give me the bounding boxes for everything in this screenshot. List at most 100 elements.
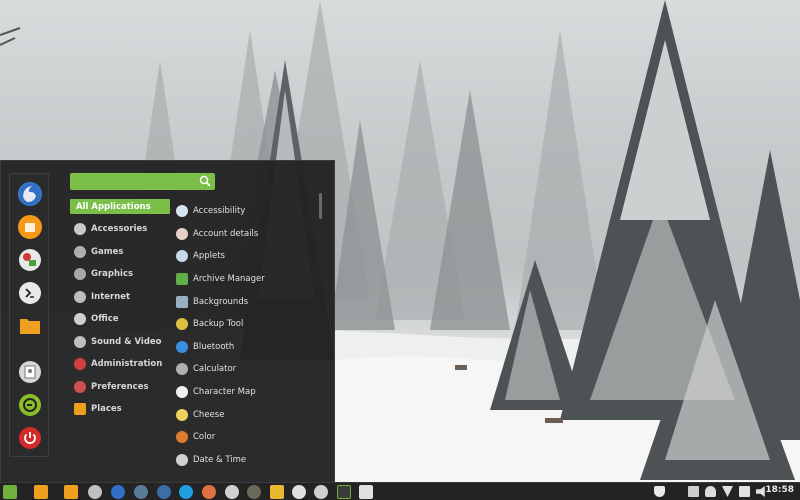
applets-icon <box>176 250 188 263</box>
date-time-icon <box>176 453 188 466</box>
category-sound-video[interactable]: Sound & Video <box>70 331 170 354</box>
character-map-icon <box>176 386 188 399</box>
taskbar-system-monitor-icon[interactable] <box>337 485 351 499</box>
accessories-icon <box>74 223 86 236</box>
bluetooth-icon <box>176 340 188 353</box>
start-menu: All Applications Accessories Games Graph… <box>0 160 335 482</box>
category-label: Internet <box>91 291 131 302</box>
category-label: Places <box>91 404 122 415</box>
search-icon <box>199 175 211 187</box>
terminal-icon[interactable] <box>18 281 42 305</box>
app-label: Date & Time <box>193 454 247 465</box>
graphics-icon <box>74 268 86 281</box>
logout-icon[interactable] <box>18 393 42 417</box>
backgrounds-icon <box>176 295 188 308</box>
trash-icon[interactable] <box>688 486 699 497</box>
app-backgrounds[interactable]: Backgrounds <box>176 290 316 313</box>
app-bluetooth[interactable]: Bluetooth <box>176 336 316 359</box>
taskbar-terminal-icon[interactable] <box>359 485 373 499</box>
office-icon <box>74 313 86 326</box>
software-manager-icon[interactable] <box>18 215 42 239</box>
app-date-time[interactable]: Date & Time <box>176 449 316 472</box>
taskbar-gimp-icon[interactable] <box>247 485 261 499</box>
taskbar-steam-icon[interactable] <box>157 485 171 499</box>
app-label: Account details <box>193 228 259 239</box>
color-icon <box>176 431 188 444</box>
category-label: Sound & Video <box>91 336 162 347</box>
app-label: Color <box>193 432 216 443</box>
app-archive-manager[interactable]: Archive Manager <box>176 268 316 291</box>
category-preferences[interactable]: Preferences <box>70 376 170 399</box>
category-label: Office <box>91 314 119 325</box>
archive-icon <box>176 273 188 286</box>
app-label: Character Map <box>193 387 256 398</box>
category-label: Administration <box>91 359 163 370</box>
search-box[interactable] <box>70 173 215 190</box>
app-color[interactable]: Color <box>176 426 316 449</box>
backup-icon <box>176 318 188 331</box>
application-list: Accessibility Account details Applets Ar… <box>176 200 316 471</box>
apps-scrollbar[interactable] <box>319 193 322 219</box>
calculator-icon <box>176 363 188 376</box>
taskbar-skype-icon[interactable] <box>179 485 193 499</box>
category-graphics[interactable]: Graphics <box>70 263 170 286</box>
app-applets[interactable]: Applets <box>176 245 316 268</box>
cheese-icon <box>176 408 188 421</box>
app-label: Cheese <box>193 409 225 420</box>
app-label: Applets <box>193 251 225 262</box>
places-folder-icon <box>74 403 86 416</box>
account-icon <box>176 227 188 240</box>
app-account-details[interactable]: Account details <box>176 223 316 246</box>
sound-video-icon <box>74 335 86 348</box>
user-icon[interactable] <box>705 486 716 497</box>
category-places[interactable]: Places <box>70 398 170 421</box>
app-label: Calculator <box>193 364 237 375</box>
menu-button-icon[interactable] <box>3 485 17 499</box>
favorites-sidebar <box>9 173 49 457</box>
app-cheese[interactable]: Cheese <box>176 403 316 426</box>
lock-screen-icon[interactable] <box>18 360 42 384</box>
app-backup-tool[interactable]: Backup Tool <box>176 313 316 336</box>
files-icon[interactable] <box>18 314 42 338</box>
category-all-applications[interactable]: All Applications <box>70 199 170 214</box>
app-accessibility[interactable]: Accessibility <box>176 200 316 223</box>
category-label: Preferences <box>91 381 149 392</box>
shutdown-icon[interactable] <box>18 426 42 450</box>
taskbar-disks-icon[interactable] <box>88 485 102 499</box>
administration-icon <box>74 358 86 371</box>
taskbar-transmission-icon[interactable] <box>202 485 216 499</box>
taskbar-folder-icon[interactable] <box>64 485 78 499</box>
search-input[interactable] <box>70 173 195 190</box>
internet-icon <box>74 290 86 303</box>
app-label: Bluetooth <box>193 341 235 352</box>
app-label: Archive Manager <box>193 274 265 285</box>
category-label: Games <box>91 246 124 257</box>
firefox-icon[interactable] <box>18 182 42 206</box>
taskbar-thunderbird-icon[interactable] <box>134 485 148 499</box>
taskbar-pidgin-icon[interactable] <box>225 485 239 499</box>
games-icon <box>74 245 86 258</box>
app-calculator[interactable]: Calculator <box>176 358 316 381</box>
category-games[interactable]: Games <box>70 241 170 264</box>
app-label: Accessibility <box>193 206 246 217</box>
settings-icon[interactable] <box>18 248 42 272</box>
app-character-map[interactable]: Character Map <box>176 381 316 404</box>
taskbar-settings-icon[interactable] <box>292 485 306 499</box>
taskbar: 18:58 <box>0 482 800 500</box>
update-icon[interactable] <box>739 486 750 497</box>
category-label: Accessories <box>91 224 148 235</box>
app-label: Backup Tool <box>193 319 244 330</box>
taskbar-notes-icon[interactable] <box>270 485 284 499</box>
taskbar-software-icon[interactable] <box>314 485 328 499</box>
category-administration[interactable]: Administration <box>70 353 170 376</box>
taskbar-files-icon[interactable] <box>34 485 48 499</box>
category-office[interactable]: Office <box>70 308 170 331</box>
shield-icon[interactable] <box>654 486 665 497</box>
network-icon[interactable] <box>722 486 733 497</box>
category-label: All Applications <box>76 201 151 212</box>
taskbar-firefox-icon[interactable] <box>111 485 125 499</box>
category-internet[interactable]: Internet <box>70 286 170 309</box>
clock[interactable]: 18:58 <box>765 485 794 495</box>
accessibility-icon <box>176 205 188 218</box>
category-accessories[interactable]: Accessories <box>70 218 170 241</box>
